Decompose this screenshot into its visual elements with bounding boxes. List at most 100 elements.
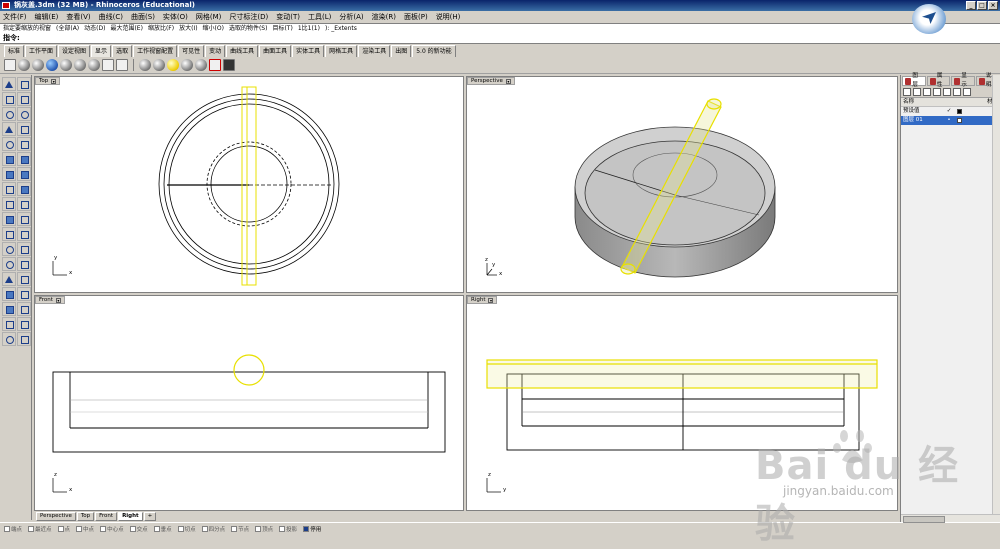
arc-icon[interactable]: [17, 107, 31, 121]
layer-color-swatch[interactable]: [957, 109, 962, 114]
command-history-item[interactable]: 目标(T): [272, 24, 292, 33]
sphere-solid-icon[interactable]: [17, 182, 31, 196]
fillet-icon[interactable]: [2, 257, 16, 271]
osnap-toggle[interactable]: 最近点: [28, 525, 52, 533]
osnap-toggle[interactable]: 交点: [129, 525, 148, 533]
delete-layer-icon[interactable]: [923, 88, 931, 96]
light-bulb-icon[interactable]: [167, 59, 179, 71]
command-history-item[interactable]: 选取的物件(S): [229, 24, 268, 33]
osnap-checkbox[interactable]: [76, 526, 83, 532]
osnap-toggle[interactable]: 停用: [303, 525, 321, 533]
extrude-icon[interactable]: [17, 152, 31, 166]
box-icon[interactable]: [2, 167, 16, 181]
command-line[interactable]: 指令:: [0, 33, 1000, 44]
toolbar-tab[interactable]: 标准: [4, 45, 25, 57]
viewport-tab[interactable]: Right: [118, 512, 143, 521]
viewport-tab[interactable]: Top: [76, 512, 95, 521]
command-history-item[interactable]: 动态(D): [84, 24, 105, 33]
toolbar-tab[interactable]: 5.0 的新功能: [412, 45, 456, 57]
command-history-item[interactable]: (全部(A): [56, 24, 79, 33]
mesh-icon[interactable]: [2, 182, 16, 196]
panel-tab[interactable]: 图层: [902, 73, 926, 88]
toolbar-tab[interactable]: 显示: [91, 45, 112, 57]
toolbar-tab[interactable]: 选取: [112, 45, 133, 57]
wireframe-sphere-icon[interactable]: [18, 59, 30, 71]
menu-item[interactable]: 查看(V): [66, 11, 90, 23]
maximize-button[interactable]: □: [977, 1, 987, 10]
polyline-icon[interactable]: [2, 92, 16, 106]
command-history-item[interactable]: 缩放比(F): [148, 24, 174, 33]
command-history-item[interactable]: 放大(I): [179, 24, 197, 33]
osnap-toggle[interactable]: 中心点: [100, 525, 124, 533]
rhino-app-icon[interactable]: [2, 2, 10, 9]
new-layer-icon[interactable]: [903, 88, 911, 96]
osnap-toggle[interactable]: 垂点: [153, 525, 172, 533]
layer-settings-icon[interactable]: [963, 88, 971, 96]
environment-icon[interactable]: [181, 59, 193, 71]
no-render-icon[interactable]: [209, 59, 221, 71]
osnap-toggle[interactable]: 节点: [231, 525, 249, 533]
toolbar-tab[interactable]: 可见性: [178, 45, 205, 57]
layer-color-swatch[interactable]: [957, 118, 962, 123]
rectangle-icon[interactable]: [17, 122, 31, 136]
toolbar-tab[interactable]: 网格工具: [325, 45, 358, 57]
osnap-checkbox[interactable]: [129, 526, 136, 532]
check-icon[interactable]: [17, 317, 31, 331]
toolbar-tab[interactable]: 设定视图: [58, 45, 91, 57]
layer-tool-icon[interactable]: [17, 332, 31, 346]
menu-item[interactable]: 分析(A): [339, 11, 363, 23]
technical-sphere-icon[interactable]: [88, 59, 100, 71]
toolbar-tab[interactable]: 曲线工具: [226, 45, 259, 57]
layer-row[interactable]: 预设值 ✓: [901, 107, 1000, 116]
dimension-icon[interactable]: [2, 287, 16, 301]
menu-item[interactable]: 曲面(S): [131, 11, 155, 23]
panel-tab[interactable]: 显示: [951, 73, 975, 88]
menu-item[interactable]: 文件(F): [3, 11, 27, 23]
move-down-icon[interactable]: [943, 88, 951, 96]
toolbar-tab[interactable]: 曲面工具: [259, 45, 292, 57]
render-settings-icon[interactable]: [195, 59, 207, 71]
osnap-checkbox[interactable]: [153, 526, 160, 532]
history-icon[interactable]: [2, 332, 16, 346]
osnap-icon[interactable]: [2, 317, 16, 331]
menu-item[interactable]: 面板(P): [404, 11, 428, 23]
filter-icon[interactable]: [953, 88, 961, 96]
osnap-checkbox[interactable]: [231, 526, 238, 532]
ghosted-sphere-icon[interactable]: [60, 59, 72, 71]
menu-item[interactable]: 渲染(R): [372, 11, 396, 23]
circle-icon[interactable]: [2, 107, 16, 121]
toolbar-tab[interactable]: 工作平面: [25, 45, 58, 57]
viewport-tab[interactable]: Perspective: [36, 512, 76, 521]
fillet-curve-icon[interactable]: [17, 137, 31, 151]
command-history-item[interactable]: 1比1(1): [298, 24, 320, 33]
toolbar-tab[interactable]: 实体工具: [292, 45, 325, 57]
top-viewport[interactable]: Top ▾ x y: [34, 76, 464, 293]
text-icon[interactable]: [17, 272, 31, 286]
front-viewport[interactable]: Front ▾ x z: [34, 295, 464, 511]
rotate-icon[interactable]: [2, 242, 16, 256]
command-history-item[interactable]: 最大范围(E): [110, 24, 142, 33]
menu-item[interactable]: 曲线(C): [99, 11, 123, 23]
perspective-viewport[interactable]: Perspective ▾ x y z: [466, 76, 898, 293]
select-arrow-icon[interactable]: [2, 77, 16, 91]
copy-icon[interactable]: [17, 227, 31, 241]
osnap-checkbox[interactable]: [57, 526, 64, 532]
menu-item[interactable]: 尺寸标注(D): [229, 11, 268, 23]
osnap-checkbox[interactable]: [100, 526, 107, 532]
toolbar-tab[interactable]: 出图: [391, 45, 412, 57]
move-up-icon[interactable]: [933, 88, 941, 96]
osnap-checkbox[interactable]: [279, 526, 286, 532]
layer-state-icon[interactable]: •: [943, 116, 955, 125]
render-icon[interactable]: [139, 59, 151, 71]
menu-item[interactable]: 说明(H): [436, 11, 461, 23]
point-icon[interactable]: [17, 77, 31, 91]
rendered-sphere-icon[interactable]: [46, 59, 58, 71]
toolbar-tab[interactable]: 工作视窗配置: [133, 45, 178, 57]
menu-item[interactable]: 变动(T): [276, 11, 300, 23]
array-icon[interactable]: [2, 272, 16, 286]
toolbar-tab[interactable]: 渲染工具: [358, 45, 391, 57]
menu-item[interactable]: 工具(L): [308, 11, 331, 23]
material-icon[interactable]: [153, 59, 165, 71]
move-icon[interactable]: [2, 227, 16, 241]
toolbar-tab[interactable]: 变动: [205, 45, 226, 57]
